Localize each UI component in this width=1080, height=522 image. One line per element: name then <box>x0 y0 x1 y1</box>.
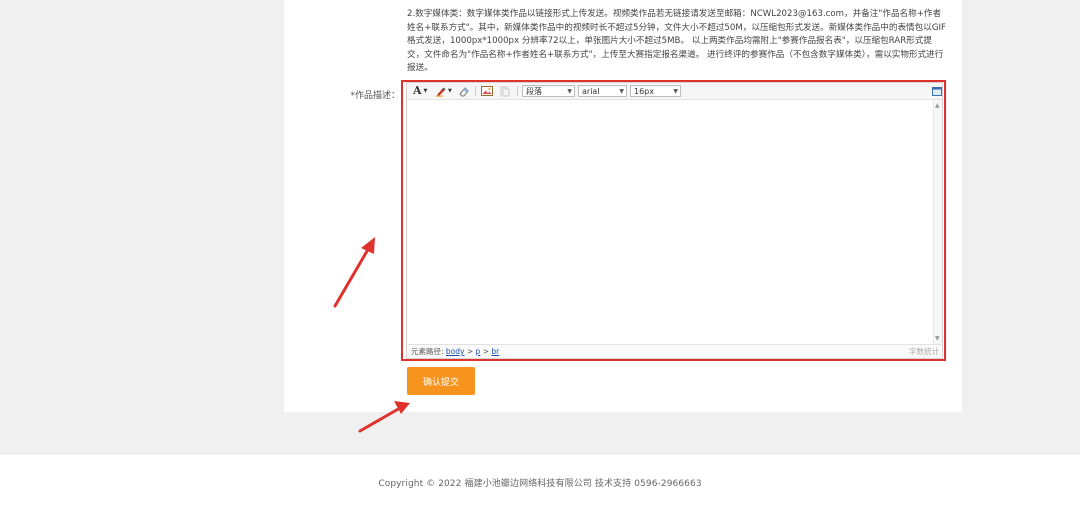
scroll-down-icon[interactable]: ▼ <box>935 335 940 342</box>
eraser-icon <box>459 86 469 96</box>
chevron-down-icon: ▼ <box>567 88 572 95</box>
rich-text-editor: A ▼ ▼ 段落 ▼ arial ▼ 16px ▼ ▲ ▼ 元素路径: body… <box>406 82 943 359</box>
image-icon <box>481 86 493 96</box>
font-size-select[interactable]: 16px ▼ <box>630 85 681 97</box>
path-link-p[interactable]: p <box>476 347 481 356</box>
word-count[interactable]: 字数统计 <box>909 345 939 358</box>
font-family-select[interactable]: arial ▼ <box>578 85 627 97</box>
editor-statusbar: 元素路径: body > p > br 字数统计 <box>407 344 942 358</box>
highlight-color-button[interactable]: ▼ <box>435 85 452 97</box>
chevron-down-icon: ▼ <box>423 88 428 94</box>
insert-file-button[interactable] <box>499 85 510 97</box>
path-link-br[interactable]: br <box>491 347 499 356</box>
highlight-pen-icon <box>436 87 446 97</box>
chevron-down-icon: ▼ <box>448 88 452 94</box>
font-size-select-value: 16px <box>634 87 654 96</box>
scroll-up-icon[interactable]: ▲ <box>935 102 940 109</box>
toolbar-divider <box>475 86 476 96</box>
chevron-down-icon: ▼ <box>673 88 678 95</box>
font-color-icon: A <box>413 84 422 97</box>
paragraph-select[interactable]: 段落 ▼ <box>522 85 575 97</box>
confirm-submit-button[interactable]: 确认提交 <box>407 367 475 395</box>
editor-toolbar: A ▼ ▼ 段落 ▼ arial ▼ 16px ▼ <box>407 83 942 100</box>
element-path: 元素路径: body > p > br <box>411 347 500 356</box>
fullscreen-button[interactable] <box>932 85 942 97</box>
editor-scrollbar[interactable]: ▲ ▼ <box>933 100 942 344</box>
font-color-button[interactable]: A ▼ <box>413 85 427 97</box>
insert-image-button[interactable] <box>481 85 493 97</box>
paragraph-select-value: 段落 <box>526 87 542 96</box>
font-family-select-value: arial <box>582 87 600 96</box>
chevron-down-icon: ▼ <box>619 88 624 95</box>
element-path-label: 元素路径: <box>411 347 444 356</box>
attachment-icon <box>500 86 510 96</box>
footer-copyright: Copyright © 2022 福建小池瓣边网络科技有限公司 技术支持 059… <box>378 479 702 489</box>
toolbar-divider <box>517 86 518 96</box>
editor-content-area[interactable] <box>407 100 934 344</box>
fullscreen-icon <box>932 86 942 96</box>
clear-format-button[interactable] <box>459 85 470 97</box>
submission-notice: 2.数字媒体类：数字媒体类作品以链接形式上传发送。视频类作品若无链接请发送至邮箱… <box>407 9 946 73</box>
description-label: *作品描述： <box>350 91 400 101</box>
path-link-body[interactable]: body <box>446 347 465 356</box>
